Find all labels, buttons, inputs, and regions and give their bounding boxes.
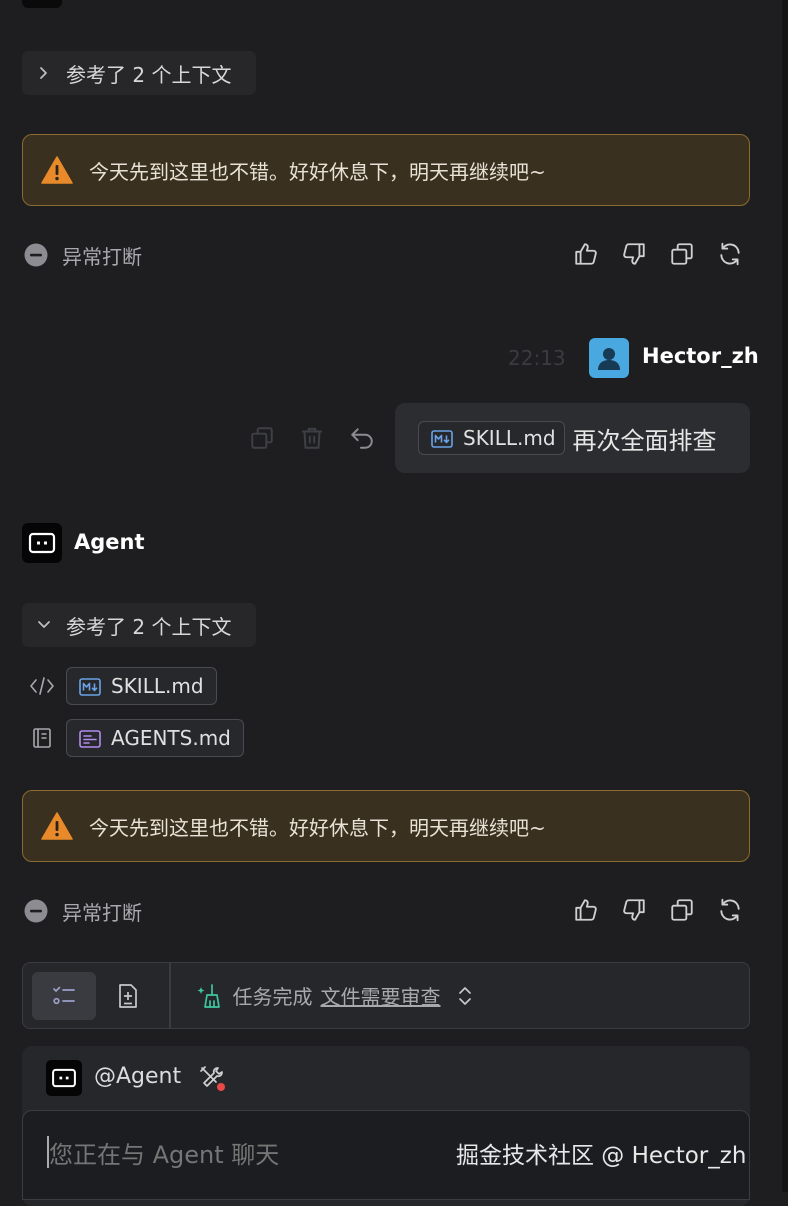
code-icon xyxy=(28,672,56,700)
user-avatar xyxy=(589,338,629,378)
file-chip[interactable]: AGENTS.md xyxy=(66,719,244,757)
copy-icon[interactable] xyxy=(668,240,696,268)
copy-icon[interactable] xyxy=(668,896,696,924)
markdown-file-icon xyxy=(79,677,101,696)
task-status-text: 任务完成 xyxy=(232,985,313,1009)
agent-name: Agent xyxy=(74,530,145,554)
message-actions xyxy=(572,238,744,270)
chevron-down-icon xyxy=(34,615,54,635)
agents-file-icon xyxy=(79,729,101,748)
user-message-bubble: SKILL.md 再次全面排查 xyxy=(395,403,750,473)
message-timestamp: 22:13 xyxy=(508,346,566,370)
context-toggle-label: 参考了 2 个上下文 xyxy=(66,62,232,87)
file-chip-label: AGENTS.md xyxy=(111,726,231,750)
text-caret xyxy=(47,1136,49,1168)
task-status: 任务完成 文件需要审查 xyxy=(197,981,475,1010)
agent-avatar xyxy=(46,1060,82,1096)
scrollbar-track[interactable] xyxy=(782,0,788,1192)
user-message-tools xyxy=(248,424,376,452)
message-actions xyxy=(572,894,744,926)
warning-text: 今天先到这里也不错。好好休息下，明天再继续吧~ xyxy=(89,159,546,184)
warning-text: 今天先到这里也不错。好好休息下，明天再继续吧~ xyxy=(89,815,546,840)
warning-triangle-icon xyxy=(41,812,73,840)
markdown-file-icon xyxy=(431,429,453,448)
user-name: Hector_zh xyxy=(642,344,759,368)
context-file-item: SKILL.md xyxy=(28,667,225,705)
interrupt-status: 异常打断 xyxy=(24,239,142,271)
trash-icon[interactable] xyxy=(298,424,326,452)
thumbs-down-icon[interactable] xyxy=(620,240,648,268)
refresh-icon[interactable] xyxy=(716,240,744,268)
checklist-button[interactable] xyxy=(32,971,96,1020)
warning-banner: 今天先到这里也不错。好好休息下，明天再继续吧~ xyxy=(22,134,750,206)
checklist-icon xyxy=(53,986,75,1004)
warning-banner: 今天先到这里也不错。好好休息下，明天再继续吧~ xyxy=(22,790,750,862)
file-chip-label: SKILL.md xyxy=(463,426,556,450)
undo-icon[interactable] xyxy=(348,424,376,452)
agent-mention[interactable]: @Agent xyxy=(94,1064,181,1089)
file-chip[interactable]: SKILL.md xyxy=(418,421,565,455)
tools-icon[interactable] xyxy=(198,1064,228,1094)
divider xyxy=(169,962,171,1029)
broom-sparkle-icon xyxy=(197,983,223,1009)
context-file-item: AGENTS.md xyxy=(28,719,252,757)
file-chip[interactable]: SKILL.md xyxy=(66,667,217,705)
minus-circle-icon xyxy=(24,899,48,923)
agent-avatar xyxy=(22,523,62,563)
chevron-updown-icon[interactable] xyxy=(455,984,475,1008)
agent-avatar-partial xyxy=(22,0,62,8)
copy-icon[interactable] xyxy=(248,424,276,452)
book-icon xyxy=(28,724,56,752)
minus-circle-icon xyxy=(24,243,48,267)
context-toggle-label: 参考了 2 个上下文 xyxy=(66,614,232,639)
user-message-text: 再次全面排查 xyxy=(572,426,717,455)
add-file-button[interactable] xyxy=(96,972,160,1020)
interrupt-status: 异常打断 xyxy=(24,895,142,927)
thumbs-up-icon[interactable] xyxy=(572,896,600,924)
file-chip-label: SKILL.md xyxy=(111,674,204,698)
chevron-right-icon xyxy=(34,63,54,83)
watermark: 掘金技术社区 @ Hector_zh xyxy=(456,1143,747,1169)
thumbs-down-icon[interactable] xyxy=(620,896,648,924)
interrupt-text: 异常打断 xyxy=(62,244,142,269)
refresh-icon[interactable] xyxy=(716,896,744,924)
review-files-link[interactable]: 文件需要审查 xyxy=(321,981,441,1010)
context-toggle[interactable]: 参考了 2 个上下文 xyxy=(22,603,256,647)
file-plus-icon xyxy=(119,983,137,1008)
task-status-bar: 任务完成 文件需要审查 xyxy=(22,962,750,1029)
interrupt-text: 异常打断 xyxy=(62,900,142,925)
warning-triangle-icon xyxy=(41,156,73,184)
thumbs-up-icon[interactable] xyxy=(572,240,600,268)
context-toggle[interactable]: 参考了 2 个上下文 xyxy=(22,51,256,95)
